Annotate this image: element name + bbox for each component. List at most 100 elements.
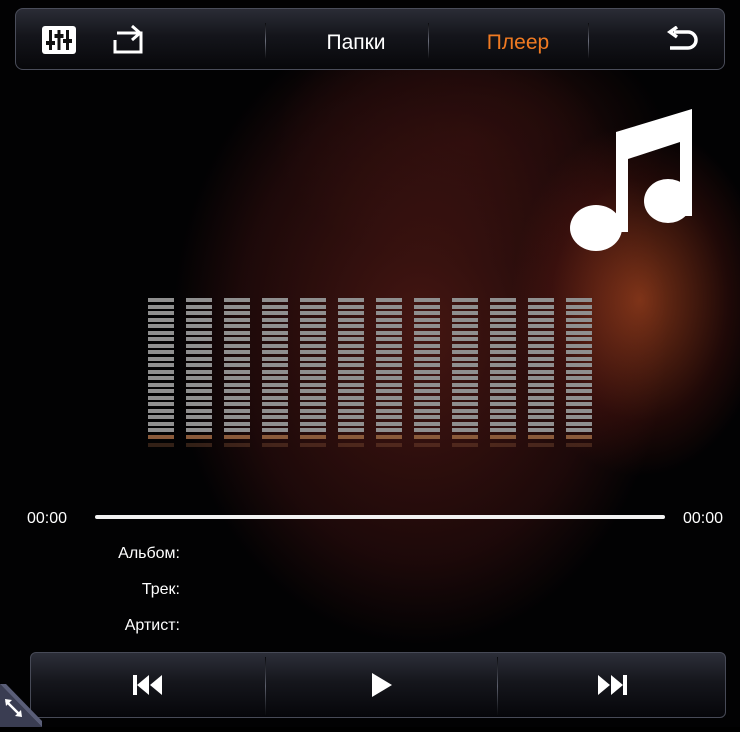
eq-segment <box>148 311 174 315</box>
eq-segment <box>300 389 326 393</box>
eq-segment <box>148 376 174 380</box>
progress-bar[interactable] <box>95 515 665 519</box>
eq-reflection <box>528 443 554 447</box>
eq-segment <box>148 421 174 426</box>
eq-segment <box>566 356 592 361</box>
eq-segment <box>148 337 174 341</box>
resize-arrows-icon[interactable] <box>0 684 42 732</box>
eq-segment <box>528 428 554 432</box>
eq-segment <box>338 350 364 354</box>
eq-segment <box>300 382 326 387</box>
eq-segment <box>300 369 326 374</box>
eq-segment <box>376 356 402 361</box>
previous-button[interactable] <box>31 653 265 717</box>
eq-segment <box>566 311 592 315</box>
eq-segment <box>300 421 326 426</box>
eq-segment <box>148 415 174 419</box>
eq-column <box>300 298 326 457</box>
eq-segment <box>566 408 592 413</box>
divider <box>265 23 266 59</box>
eq-segment <box>300 317 326 322</box>
eq-segment <box>224 428 250 432</box>
eq-segment <box>148 304 174 309</box>
eq-segment <box>262 311 288 315</box>
eq-segment <box>414 311 440 315</box>
eq-segment <box>376 324 402 328</box>
eq-segment <box>566 298 592 302</box>
eq-segment <box>566 415 592 419</box>
eq-segment <box>528 376 554 380</box>
eq-segment <box>452 395 478 400</box>
eq-segment <box>414 434 440 439</box>
eq-segment <box>414 376 440 380</box>
eq-column <box>148 298 174 457</box>
eq-segment <box>566 376 592 380</box>
play-button[interactable] <box>266 653 497 717</box>
tab-folders[interactable]: Папки <box>276 31 436 55</box>
eq-segment <box>490 304 516 309</box>
eq-segment <box>224 408 250 413</box>
eq-segment <box>490 311 516 315</box>
eq-segment <box>262 304 288 309</box>
eq-segment <box>186 376 212 380</box>
eq-column <box>414 298 440 457</box>
eq-segment <box>186 330 212 335</box>
eq-segment <box>224 324 250 328</box>
eq-segment <box>376 298 402 302</box>
repeat-icon[interactable] <box>111 23 147 60</box>
eq-segment <box>224 421 250 426</box>
eq-segment <box>490 428 516 432</box>
eq-column <box>376 298 402 457</box>
eq-segment <box>528 408 554 413</box>
eq-segment <box>338 395 364 400</box>
eq-segment <box>148 408 174 413</box>
eq-segment <box>566 389 592 393</box>
eq-segment <box>338 415 364 419</box>
equalizer-icon[interactable] <box>41 25 77 60</box>
eq-segment <box>566 428 592 432</box>
eq-segment <box>338 428 364 432</box>
eq-segment <box>376 317 402 322</box>
eq-segment <box>414 408 440 413</box>
eq-segment <box>224 304 250 309</box>
eq-reflection <box>490 443 516 447</box>
album-label: Альбом: <box>118 545 180 562</box>
eq-segment <box>338 311 364 315</box>
eq-segment <box>452 343 478 348</box>
back-arrow-icon[interactable] <box>664 25 698 59</box>
eq-segment <box>224 382 250 387</box>
eq-segment <box>224 317 250 322</box>
eq-segment <box>490 324 516 328</box>
eq-segment <box>376 330 402 335</box>
eq-segment <box>300 311 326 315</box>
eq-segment <box>414 395 440 400</box>
eq-segment <box>490 343 516 348</box>
eq-column <box>262 298 288 457</box>
eq-segment <box>452 382 478 387</box>
eq-segment <box>338 356 364 361</box>
eq-segment <box>452 389 478 393</box>
eq-segment <box>186 304 212 309</box>
eq-segment <box>528 304 554 309</box>
eq-segment <box>376 350 402 354</box>
eq-segment <box>186 408 212 413</box>
eq-segment <box>338 376 364 380</box>
eq-reflection <box>262 443 288 447</box>
next-button[interactable] <box>498 653 726 717</box>
tab-player[interactable]: Плеер <box>438 31 598 55</box>
eq-segment <box>224 356 250 361</box>
eq-segment <box>528 343 554 348</box>
eq-segment <box>414 330 440 335</box>
eq-segment <box>262 376 288 380</box>
time-total: 00:00 <box>683 510 724 527</box>
eq-segment <box>186 434 212 439</box>
eq-segment <box>148 356 174 361</box>
eq-segment <box>148 343 174 348</box>
eq-segment <box>528 415 554 419</box>
eq-segment <box>452 369 478 374</box>
eq-segment <box>338 330 364 335</box>
eq-segment <box>528 298 554 302</box>
eq-reflection <box>414 443 440 447</box>
eq-segment <box>148 389 174 393</box>
eq-segment <box>224 369 250 374</box>
